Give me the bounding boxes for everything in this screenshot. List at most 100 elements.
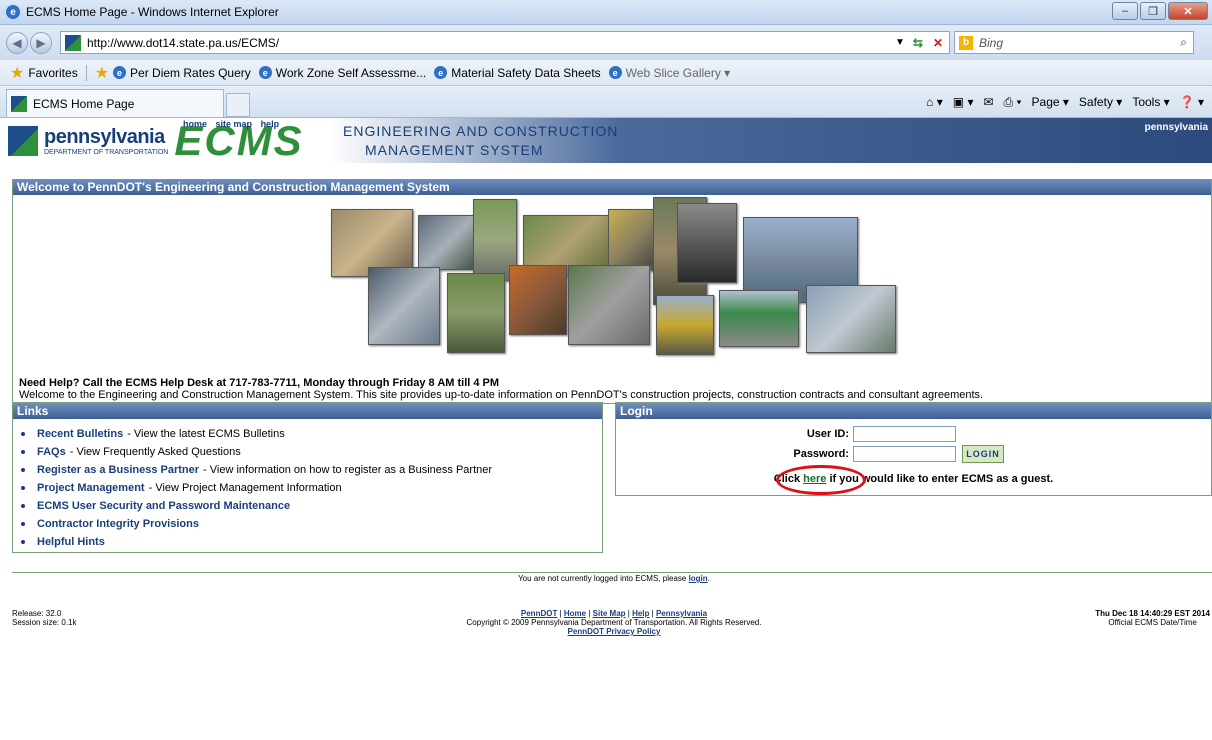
link-project-management[interactable]: Project Management <box>37 482 145 494</box>
photo-riverwalk <box>806 285 896 353</box>
photo-inspectors <box>447 273 505 353</box>
address-input[interactable]: http://www.dot14.state.pa.us/ECMS/ ▼ ⇆ ✕ <box>60 31 950 54</box>
refresh-icon[interactable]: ⇆ <box>909 36 927 50</box>
safety-menu[interactable]: Safety ▾ <box>1079 95 1122 109</box>
top-link-sitemap[interactable]: site map <box>216 119 253 129</box>
minimize-button[interactable]: – <box>1112 2 1138 20</box>
ie-page-icon: e <box>258 66 272 79</box>
banner-right-logo[interactable]: pennsylvania <box>1145 122 1208 133</box>
photo-city-crowd <box>677 203 737 283</box>
back-button[interactable]: ◀ <box>6 31 28 54</box>
help-icon[interactable]: ❓ ▾ <box>1180 95 1204 109</box>
pa-wordmark: pennsylvania <box>44 125 165 148</box>
search-icon[interactable]: ⌕ <box>1180 35 1193 50</box>
link-user-security[interactable]: ECMS User Security and Password Maintena… <box>37 500 290 512</box>
photo-highway <box>568 265 650 345</box>
user-id-field[interactable] <box>853 426 956 442</box>
fav-msds[interactable]: e Material Safety Data Sheets <box>434 65 601 80</box>
welcome-intro: Welcome to the Engineering and Construct… <box>19 389 984 401</box>
footer-divider <box>12 572 1212 573</box>
bing-icon: b <box>959 35 973 50</box>
photo-office-worker <box>368 267 440 345</box>
pa-department: DEPARTMENT OF TRANSPORTATION <box>44 148 169 156</box>
ie-icon: e <box>6 5 20 19</box>
print-icon[interactable]: ⎙ ▾ <box>1004 95 1022 110</box>
mail-icon[interactable]: ✉ <box>983 95 993 109</box>
window-titlebar: e ECMS Home Page - Windows Internet Expl… <box>0 0 1212 25</box>
footer-link-home[interactable]: Home <box>564 609 586 618</box>
guest-entry: Click here if you would like to enter EC… <box>616 465 1211 495</box>
fav-label: Material Safety Data Sheets <box>451 65 601 80</box>
feeds-icon[interactable]: ▣ ▾ <box>953 95 974 109</box>
fav-label: Work Zone Self Assessme... <box>275 65 427 80</box>
search-input[interactable]: b Bing ⌕ <box>954 31 1194 54</box>
copyright: Copyright © 2009 Pennsylvania Department… <box>466 618 762 627</box>
bullet-icon <box>21 522 25 526</box>
list-item: Contractor Integrity Provisions <box>21 515 602 533</box>
list-item: Helpful Hints <box>21 533 602 551</box>
new-tab-button[interactable] <box>226 93 250 117</box>
search-placeholder: Bing <box>979 35 1004 50</box>
password-label: Password: <box>793 448 849 460</box>
photo-truck <box>656 295 714 355</box>
help-desk-notice: Need Help? Call the ECMS Help Desk at 71… <box>19 377 500 389</box>
close-window-button[interactable]: ✕ <box>1168 2 1208 20</box>
bullet-icon <box>21 486 25 490</box>
welcome-header: Welcome to PennDOT's Engineering and Con… <box>13 179 1211 195</box>
ie-page-icon: e <box>113 66 127 79</box>
page-menu[interactable]: Page ▾ <box>1032 95 1069 109</box>
site-favicon <box>65 34 81 51</box>
photo-worker-laptop <box>418 215 480 270</box>
favorites-star-icon[interactable]: ★ <box>10 63 24 83</box>
bullet-icon <box>21 468 25 472</box>
favorites-button[interactable]: Favorites <box>28 66 77 80</box>
login-button[interactable]: LOGIN <box>962 445 1004 463</box>
footer-link-help[interactable]: Help <box>632 609 649 618</box>
favorites-bar: ★ Favorites ★ e Per Diem Rates Query e Wor… <box>0 60 1212 86</box>
chevron-down-icon[interactable]: ▼ <box>891 37 909 48</box>
ecms-datetime: Thu Dec 18 14:40:29 EST 2014 <box>1095 609 1210 618</box>
home-icon[interactable]: ⌂ ▾ <box>926 95 943 109</box>
maximize-button[interactable]: ❐ <box>1140 2 1166 20</box>
footer-link-penndot[interactable]: PennDOT <box>521 609 557 618</box>
privacy-policy-link[interactable]: PennDOT Privacy Policy <box>0 627 1212 636</box>
tools-menu[interactable]: Tools ▾ <box>1132 95 1169 109</box>
login-header: Login <box>616 403 1211 419</box>
ie-page-icon: e <box>608 66 622 79</box>
link-desc: - View information on how to register as… <box>203 464 493 476</box>
address-bar-row: ◀ ▶ http://www.dot14.state.pa.us/ECMS/ ▼… <box>0 25 1212 60</box>
fav-work-zone[interactable]: e Work Zone Self Assessme... <box>258 65 427 80</box>
tab-bar: ECMS Home Page ⌂ ▾ ▣ ▾ ✉ ⎙ ▾ Page ▾ Safe… <box>0 86 1212 118</box>
url-text: http://www.dot14.state.pa.us/ECMS/ <box>87 35 280 50</box>
login-status: You are not currently logged into ECMS, … <box>518 574 710 583</box>
login-status-text: You are not currently logged into ECMS, … <box>518 574 687 583</box>
footer-link-sitemap[interactable]: Site Map <box>593 609 626 618</box>
top-link-home[interactable]: home <box>183 119 207 129</box>
forward-button[interactable]: ▶ <box>30 31 52 54</box>
list-item: Project Management - View Project Managem… <box>21 479 602 497</box>
stop-icon[interactable]: ✕ <box>927 36 949 50</box>
add-favorite-icon[interactable]: ★ <box>95 63 109 83</box>
system-title-line2: MANAGEMENT SYSTEM <box>365 142 544 158</box>
ecms-datetime-label: Official ECMS Date/Time <box>1108 618 1197 627</box>
link-helpful-hints[interactable]: Helpful Hints <box>37 536 105 548</box>
link-recent-bulletins[interactable]: Recent Bulletins <box>37 428 123 440</box>
top-link-help[interactable]: help <box>261 119 280 129</box>
login-panel: Login User ID: Password: LOGIN Click her… <box>615 402 1212 496</box>
link-desc: - View the latest ECMS Bulletins <box>127 428 285 440</box>
fav-web-slice[interactable]: e Web Slice Gallery ▾ <box>608 66 730 80</box>
tab-ecms-home[interactable]: ECMS Home Page <box>6 89 224 117</box>
link-register-partner[interactable]: Register as a Business Partner <box>37 464 199 476</box>
red-circle-annotation <box>776 465 866 495</box>
fav-label: Per Diem Rates Query <box>130 65 251 80</box>
footer-link-pennsylvania[interactable]: Pennsylvania <box>656 609 707 618</box>
password-field[interactable] <box>853 446 956 462</box>
fav-per-diem[interactable]: e Per Diem Rates Query <box>113 66 251 80</box>
footer-login-link[interactable]: login <box>689 574 708 583</box>
link-faqs[interactable]: FAQs <box>37 446 66 458</box>
list-item: Recent Bulletins - View the latest ECMS B… <box>21 425 602 443</box>
site-favicon <box>11 95 27 112</box>
link-desc: - View Project Management Information <box>148 482 342 494</box>
link-contractor-integrity[interactable]: Contractor Integrity Provisions <box>37 518 199 530</box>
list-item: Register as a Business Partner - View inf… <box>21 461 602 479</box>
